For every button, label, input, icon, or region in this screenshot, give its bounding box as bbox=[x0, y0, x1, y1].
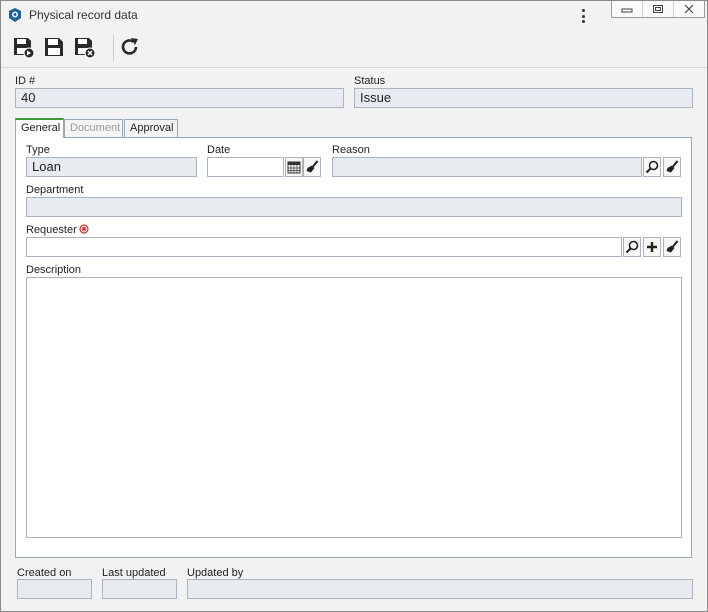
description-textarea[interactable] bbox=[26, 277, 682, 538]
created-on-label: Created on bbox=[17, 567, 72, 579]
tab-general[interactable]: General bbox=[15, 118, 64, 138]
clear-brush-icon bbox=[666, 160, 679, 173]
save-and-new-icon bbox=[14, 38, 35, 59]
status-field[interactable]: Issue bbox=[354, 88, 693, 108]
window-title: Physical record data bbox=[29, 8, 138, 22]
app-logo-icon bbox=[7, 7, 23, 23]
close-button[interactable] bbox=[673, 1, 704, 17]
save-and-close-button[interactable] bbox=[71, 34, 97, 60]
search-icon bbox=[645, 160, 659, 174]
requester-clear-button[interactable] bbox=[663, 237, 681, 257]
plus-icon bbox=[647, 242, 657, 252]
reason-search-button[interactable] bbox=[643, 157, 661, 177]
department-label: Department bbox=[26, 184, 84, 196]
clear-brush-icon bbox=[306, 160, 319, 173]
title-bar: Physical record data bbox=[1, 1, 707, 29]
created-on-field[interactable] bbox=[17, 579, 92, 599]
description-label: Description bbox=[26, 264, 82, 276]
save-button[interactable] bbox=[41, 34, 67, 60]
tab-document[interactable]: Document bbox=[64, 119, 123, 137]
save-icon bbox=[45, 38, 63, 56]
reason-field[interactable] bbox=[332, 157, 642, 177]
reason-label: Reason bbox=[332, 144, 370, 156]
reason-clear-button[interactable] bbox=[663, 157, 681, 177]
requester-label-text: Requester bbox=[26, 224, 77, 236]
department-field[interactable] bbox=[26, 197, 682, 217]
type-field[interactable]: Loan bbox=[26, 157, 197, 177]
refresh-icon bbox=[121, 38, 138, 55]
updated-by-label: Updated by bbox=[187, 567, 244, 579]
last-updated-label: Last updated bbox=[102, 567, 166, 579]
minimize-button[interactable] bbox=[612, 1, 642, 17]
toolbar-separator bbox=[113, 35, 114, 61]
date-label: Date bbox=[207, 144, 231, 156]
type-label: Type bbox=[26, 144, 50, 156]
requester-search-button[interactable] bbox=[623, 237, 641, 257]
id-field[interactable]: 40 bbox=[15, 88, 344, 108]
date-clear-button[interactable] bbox=[303, 157, 321, 177]
requester-label: Requester bbox=[26, 224, 89, 237]
more-options-icon[interactable] bbox=[577, 7, 589, 25]
date-input[interactable] bbox=[207, 157, 284, 177]
last-updated-field[interactable] bbox=[102, 579, 177, 599]
calendar-icon bbox=[287, 161, 301, 174]
physical-record-window: Physical record data ID # 40 Status Issu… bbox=[0, 0, 708, 612]
refresh-button[interactable] bbox=[117, 34, 143, 60]
clear-brush-icon bbox=[666, 240, 679, 253]
id-label: ID # bbox=[15, 75, 36, 87]
tab-approval[interactable]: Approval bbox=[124, 119, 178, 137]
updated-by-field[interactable] bbox=[187, 579, 693, 599]
window-controls bbox=[611, 1, 705, 18]
date-calendar-button[interactable] bbox=[285, 157, 303, 177]
save-and-new-button[interactable] bbox=[10, 34, 36, 60]
required-icon bbox=[79, 224, 89, 237]
save-and-close-icon bbox=[75, 38, 96, 59]
restore-button[interactable] bbox=[642, 1, 673, 17]
requester-add-button[interactable] bbox=[643, 237, 661, 257]
requester-input[interactable] bbox=[26, 237, 622, 257]
toolbar bbox=[1, 29, 707, 68]
search-icon bbox=[625, 240, 639, 254]
status-label: Status bbox=[354, 75, 386, 87]
